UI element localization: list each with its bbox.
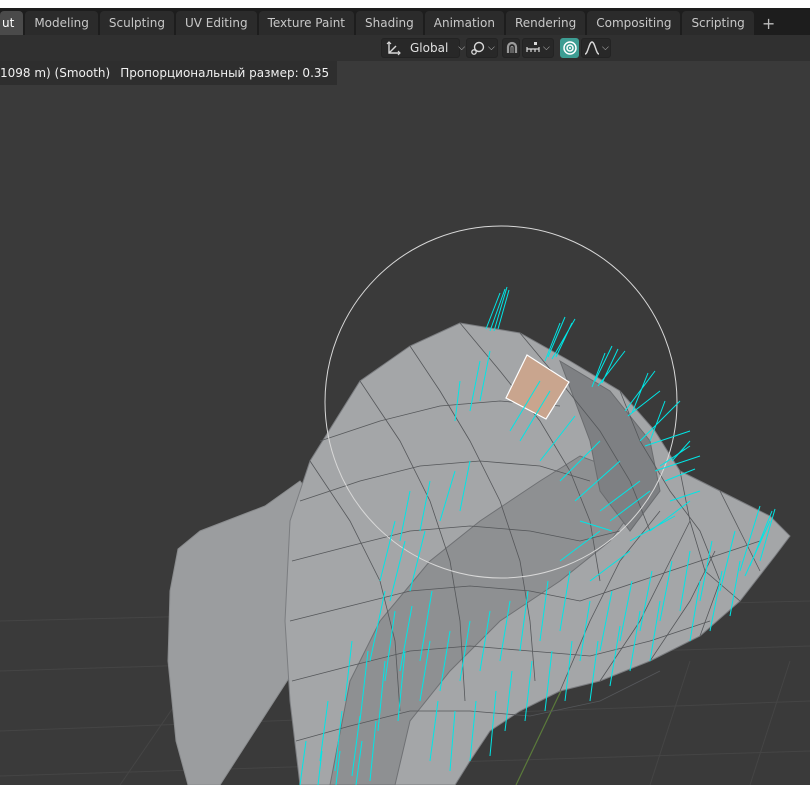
tab-shading[interactable]: Shading — [356, 11, 423, 35]
proportional-editing-icon — [562, 40, 578, 56]
operator-status-bar: 1098 m) (Smooth) Пропорциональный размер… — [0, 61, 338, 85]
status-measure: 1098 m) (Smooth) — [0, 66, 111, 80]
mesh-object[interactable] — [167, 322, 791, 785]
tab-scripting[interactable]: Scripting — [682, 11, 754, 35]
chevron-down-icon: ⌵ — [458, 43, 466, 53]
tab-texture-paint[interactable]: Texture Paint — [258, 11, 354, 35]
falloff-dropdown[interactable]: ⌵ — [581, 38, 611, 58]
snap-toggle[interactable] — [502, 38, 520, 58]
falloff-curve-icon — [584, 40, 600, 56]
snap-increment-icon — [525, 40, 541, 56]
transform-orientation-icon — [386, 40, 402, 56]
tab-rendering[interactable]: Rendering — [505, 11, 586, 35]
viewport-header: Global ⌵ ⌵ ⌵ ⌵ — [0, 35, 810, 61]
chevron-down-icon: ⌵ — [602, 43, 609, 53]
orientation-value: Global — [410, 41, 449, 55]
add-workspace-button[interactable]: + — [756, 11, 781, 35]
tab-compositing[interactable]: Compositing — [587, 11, 681, 35]
pivot-point-dropdown[interactable]: ⌵ — [466, 38, 498, 58]
workspace-tabs: ut Modeling Sculpting UV Editing Texture… — [0, 8, 810, 35]
tab-uv-editing[interactable]: UV Editing — [175, 11, 257, 35]
snap-magnet-icon — [504, 40, 520, 56]
snap-target-dropdown[interactable]: ⌵ — [522, 38, 554, 58]
top-menu-strip — [0, 0, 810, 8]
proportional-editing-toggle[interactable] — [560, 38, 579, 58]
tab-animation[interactable]: Animation — [424, 11, 504, 35]
status-proportional-size: Пропорциональный размер: 0.35 — [120, 66, 330, 80]
pivot-point-icon — [470, 40, 486, 56]
chevron-down-icon: ⌵ — [543, 43, 550, 53]
tab-sculpting[interactable]: Sculpting — [99, 11, 174, 35]
tab-layout[interactable]: ut — [0, 11, 24, 35]
3d-viewport[interactable] — [0, 61, 810, 785]
tab-modeling[interactable]: Modeling — [25, 11, 98, 35]
chevron-down-icon: ⌵ — [488, 43, 495, 53]
transform-orientation-dropdown[interactable]: Global ⌵ — [381, 38, 465, 58]
